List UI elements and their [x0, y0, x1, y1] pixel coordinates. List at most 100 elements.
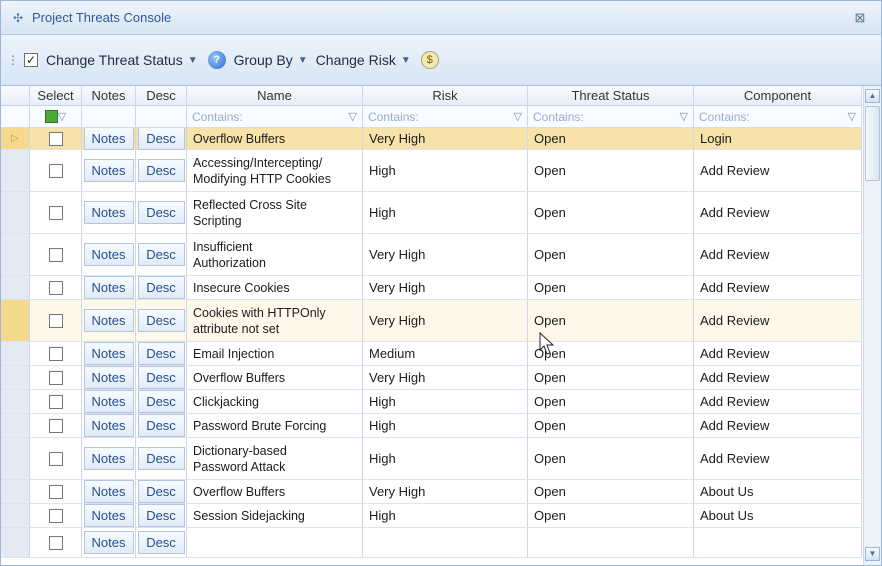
row-select-checkbox[interactable] [48, 370, 63, 385]
component-filter-input[interactable]: Contains: [699, 110, 750, 124]
scroll-up-icon[interactable]: ▲ [865, 89, 880, 103]
row-select-checkbox[interactable] [48, 535, 63, 550]
threat-status-filter-input[interactable]: Contains: [533, 110, 584, 124]
row-select-checkbox[interactable] [48, 394, 63, 409]
desc-button[interactable]: Desc [137, 390, 185, 413]
notes-column-header[interactable]: Notes [82, 86, 136, 105]
scroll-thumb[interactable] [865, 106, 880, 181]
row-select-checkbox[interactable] [48, 163, 63, 178]
desc-button[interactable]: Desc [137, 531, 185, 554]
table-row[interactable]: Notes Desc Cookies with HTTPOnly attribute… [1, 300, 862, 342]
row-indicator[interactable] [1, 234, 30, 275]
funnel-icon[interactable]: ▽ [514, 110, 522, 123]
row-indicator[interactable] [1, 414, 30, 437]
row-select-checkbox[interactable] [48, 205, 63, 220]
desc-button[interactable]: Desc [137, 128, 185, 150]
row-indicator[interactable] [1, 390, 30, 413]
notes-button[interactable]: Notes [83, 366, 134, 389]
notes-button[interactable]: Notes [83, 390, 134, 413]
threat-status-column-header[interactable]: Threat Status [528, 86, 694, 105]
desc-button[interactable]: Desc [137, 309, 185, 332]
name-filter-input[interactable]: Contains: [192, 110, 243, 124]
filter-checkbox-icon[interactable] [44, 110, 58, 123]
table-row[interactable]: Notes Desc Reflected Cross Site Scripting H… [1, 192, 862, 234]
table-row[interactable]: Notes Desc Insecure Cookies Very High Open Ad… [1, 276, 862, 300]
notes-button[interactable]: Notes [83, 414, 134, 437]
table-row[interactable]: Notes Desc Accessing/Intercepting/ Modifyi… [1, 150, 862, 192]
help-icon[interactable]: ? [207, 51, 226, 69]
desc-column-header[interactable]: Desc [136, 86, 187, 105]
table-row[interactable]: Notes Desc Password Brute Forcing High Open A… [1, 414, 862, 438]
funnel-icon[interactable]: ▽ [58, 110, 66, 123]
table-row[interactable]: Notes Desc Insufficient Authorization Very … [1, 234, 862, 276]
table-row[interactable]: Notes Desc [1, 528, 862, 558]
vertical-scrollbar[interactable]: ▲ ▼ [863, 86, 881, 565]
row-select-checkbox[interactable] [48, 131, 63, 146]
row-indicator[interactable] [1, 192, 30, 233]
row-select-checkbox[interactable] [48, 346, 63, 361]
notes-button[interactable]: Notes [83, 159, 134, 182]
row-indicator[interactable] [1, 342, 30, 365]
row-indicator[interactable] [1, 480, 30, 503]
scroll-down-icon[interactable]: ▼ [865, 547, 880, 561]
desc-button[interactable]: Desc [137, 201, 185, 224]
row-select-checkbox[interactable] [48, 484, 63, 499]
row-select-checkbox[interactable] [48, 280, 63, 295]
row-indicator[interactable] [1, 300, 30, 341]
close-icon[interactable]: ⊠ [853, 11, 867, 25]
toolbar-grip-icon[interactable]: ⋮ [7, 54, 19, 66]
select-filter-cell[interactable]: ▽ [30, 106, 82, 127]
row-select-checkbox[interactable] [48, 313, 63, 328]
row-select-checkbox[interactable] [48, 418, 63, 433]
notes-button[interactable]: Notes [83, 480, 134, 503]
table-row[interactable]: Notes Desc Overflow Buffers Very High Open Ab… [1, 480, 862, 504]
table-row[interactable]: ▷ Notes Desc Overflow Buffers Very High Open L… [1, 128, 862, 150]
notes-button[interactable]: Notes [83, 201, 134, 224]
desc-button[interactable]: Desc [137, 447, 185, 470]
select-column-header[interactable]: Select [30, 86, 82, 105]
row-select-checkbox[interactable] [48, 451, 63, 466]
name-column-header[interactable]: Name [187, 86, 363, 105]
row-indicator[interactable] [1, 528, 30, 557]
row-select-checkbox[interactable] [48, 508, 63, 523]
risk-column-header[interactable]: Risk [363, 86, 528, 105]
desc-button[interactable]: Desc [137, 504, 185, 527]
table-row[interactable]: Notes Desc Email Injection Medium Open Add Re… [1, 342, 862, 366]
notes-button[interactable]: Notes [83, 276, 134, 299]
desc-button[interactable]: Desc [137, 480, 185, 503]
desc-button[interactable]: Desc [137, 276, 185, 299]
funnel-icon[interactable]: ▽ [848, 110, 856, 123]
notes-button[interactable]: Notes [83, 531, 134, 554]
name-filter-cell[interactable]: Contains: ▽ [187, 106, 363, 127]
desc-button[interactable]: Desc [137, 159, 185, 182]
desc-button[interactable]: Desc [137, 243, 185, 266]
component-filter-cell[interactable]: Contains: ▽ [694, 106, 862, 127]
table-row[interactable]: Notes Desc Overflow Buffers Very High Open Ad… [1, 366, 862, 390]
row-indicator[interactable] [1, 438, 30, 479]
desc-button[interactable]: Desc [137, 414, 185, 437]
desc-button[interactable]: Desc [137, 366, 185, 389]
component-column-header[interactable]: Component [694, 86, 862, 105]
row-select-checkbox[interactable] [48, 247, 63, 262]
notes-button[interactable]: Notes [83, 309, 134, 332]
risk-filter-input[interactable]: Contains: [368, 110, 419, 124]
row-indicator[interactable] [1, 504, 30, 527]
notes-button[interactable]: Notes [83, 504, 134, 527]
table-row[interactable]: Notes Desc Clickjacking High Open Add Review [1, 390, 862, 414]
risk-filter-cell[interactable]: Contains: ▽ [363, 106, 528, 127]
notes-button[interactable]: Notes [83, 128, 134, 150]
funnel-icon[interactable]: ▽ [680, 110, 688, 123]
row-indicator[interactable]: ▷ [1, 128, 30, 149]
table-row[interactable]: Notes Desc Dictionary-based Password Attac… [1, 438, 862, 480]
dollar-icon[interactable]: $ [420, 51, 439, 69]
row-indicator[interactable] [1, 366, 30, 389]
desc-button[interactable]: Desc [137, 342, 185, 365]
notes-button[interactable]: Notes [83, 243, 134, 266]
threat-status-filter-cell[interactable]: Contains: ▽ [528, 106, 694, 127]
notes-button[interactable]: Notes [83, 342, 134, 365]
row-indicator[interactable] [1, 150, 30, 191]
group-by-button[interactable]: Group By ▼ [234, 52, 308, 68]
change-risk-button[interactable]: Change Risk ▼ [316, 52, 411, 68]
change-threat-status-button[interactable]: Change Threat Status ▼ [46, 52, 198, 68]
table-row[interactable]: Notes Desc Session Sidejacking High Open Abou… [1, 504, 862, 528]
